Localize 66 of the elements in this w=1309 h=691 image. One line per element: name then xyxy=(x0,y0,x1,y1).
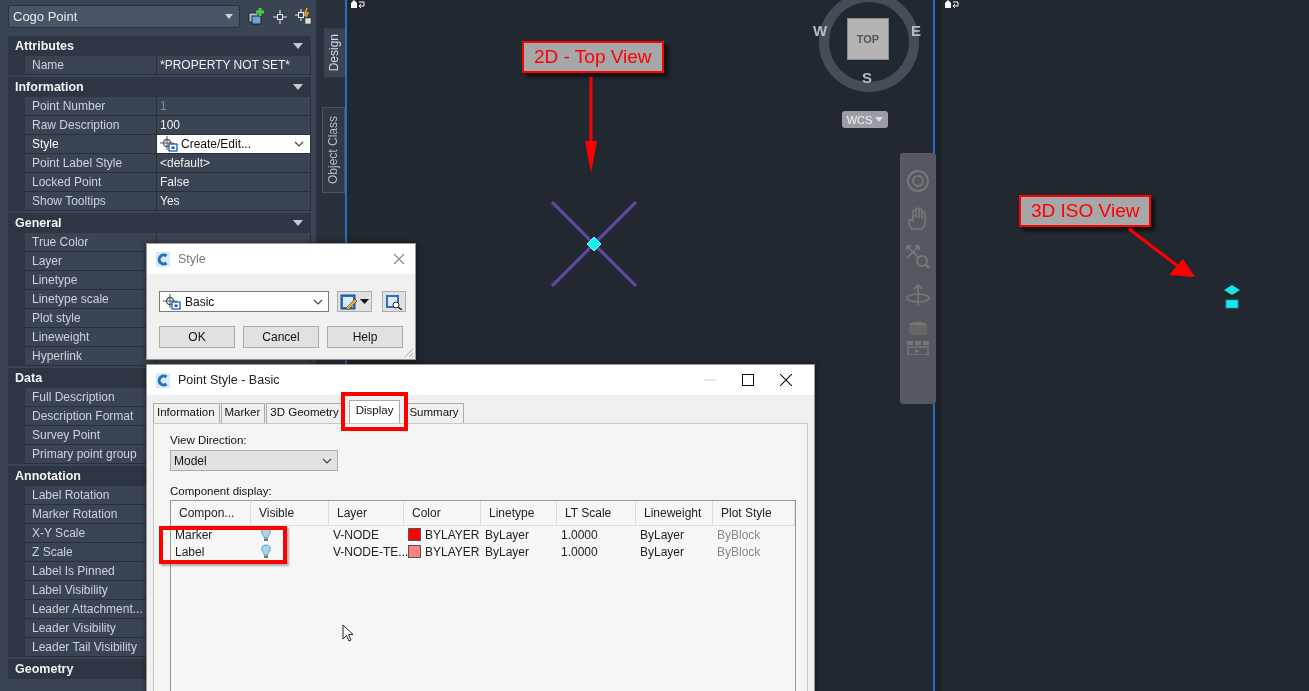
mouse-cursor-icon xyxy=(342,624,354,642)
table-cell-text: 1.0000 xyxy=(560,543,599,560)
property-value[interactable]: *PROPERTY NOT SET* xyxy=(157,56,311,75)
color-cell[interactable]: BYLAYER xyxy=(404,526,481,543)
table-cell-text: ByLayer xyxy=(484,526,531,543)
object-type-dropdown[interactable]: Cogo Point xyxy=(8,5,240,28)
edit-pencil-icon xyxy=(340,293,358,310)
table-cell-text: Marker xyxy=(174,526,214,543)
table-cell-text: ByBlock xyxy=(716,543,762,560)
table-cell: BYLAYER xyxy=(425,544,480,559)
view-direction-dropdown[interactable]: Model xyxy=(170,450,338,471)
dialog-button[interactable]: Cancel xyxy=(243,326,319,348)
dialog-title: Style xyxy=(178,252,206,266)
quick-select-icon[interactable] xyxy=(295,8,312,25)
callout-label: 3D ISO View xyxy=(1019,195,1152,227)
table-cell-text: Label xyxy=(174,543,206,560)
compass-direction[interactable]: W xyxy=(813,22,828,39)
style-dropdown[interactable]: Basic xyxy=(159,291,329,312)
dialog-tab[interactable]: Summary xyxy=(405,403,464,423)
side-tab[interactable]: Design xyxy=(324,28,345,78)
field-label: View Direction: xyxy=(170,434,248,446)
point-style-icon xyxy=(160,136,178,152)
lightbulb-icon[interactable] xyxy=(261,544,271,559)
compass-direction[interactable]: E xyxy=(911,22,921,39)
resize-grip-icon[interactable] xyxy=(402,346,414,358)
pointer-arrow xyxy=(1127,227,1195,279)
table-cell-text: ByLayer xyxy=(639,526,686,543)
compass-direction[interactable]: S xyxy=(862,69,872,86)
close-icon[interactable] xyxy=(780,374,792,386)
property-value[interactable]: Yes xyxy=(157,192,311,211)
chevron-down-icon xyxy=(322,457,332,464)
field-label: Component display: xyxy=(170,485,273,497)
dialog-tab[interactable]: 3D Geometry xyxy=(266,403,344,423)
dialog-tab[interactable]: Marker xyxy=(220,403,266,423)
caret-icon xyxy=(360,299,369,304)
chevron-down-icon xyxy=(313,298,323,305)
point-style-icon xyxy=(163,293,181,310)
preview-style-button[interactable] xyxy=(382,291,406,312)
property-label: Name xyxy=(25,56,157,75)
viewport-control-icon[interactable] xyxy=(351,0,365,8)
magnifier-icon xyxy=(385,293,403,310)
crosshair-icon[interactable] xyxy=(273,9,287,24)
dialog-button[interactable]: OK xyxy=(159,326,235,348)
dialog-tab[interactable]: Information xyxy=(153,403,220,423)
chevron-down-icon xyxy=(294,141,304,147)
property-label: Show Tooltips xyxy=(25,192,157,211)
edit-style-button[interactable] xyxy=(337,291,372,312)
dialog-button[interactable]: Help xyxy=(327,326,403,348)
callout-label: 2D - Top View xyxy=(522,41,664,73)
viewport-control-icon[interactable] xyxy=(945,0,959,8)
table-cell-text: ByLayer xyxy=(639,543,686,560)
point-marker-drawing xyxy=(1223,284,1241,309)
app-logo-icon xyxy=(156,251,170,267)
table-cell: BYLAYER xyxy=(425,527,480,542)
app-logo-icon xyxy=(156,372,170,388)
dialog-title: Point Style - Basic xyxy=(178,373,280,387)
maximize-icon[interactable] xyxy=(742,374,754,386)
table-cell-text: 1.0000 xyxy=(560,526,599,543)
table-cell-text: ByBlock xyxy=(716,526,762,543)
table-cell-text: V-NODE xyxy=(332,526,380,543)
side-tab[interactable]: Object Class xyxy=(322,107,345,194)
caret-icon xyxy=(875,117,884,122)
table-cell-text: ByLayer xyxy=(484,543,531,560)
style-dropdown[interactable]: Create/Edit... xyxy=(157,135,311,154)
viewcube-face[interactable]: TOP xyxy=(847,18,889,60)
add-selection-icon[interactable] xyxy=(248,8,265,25)
